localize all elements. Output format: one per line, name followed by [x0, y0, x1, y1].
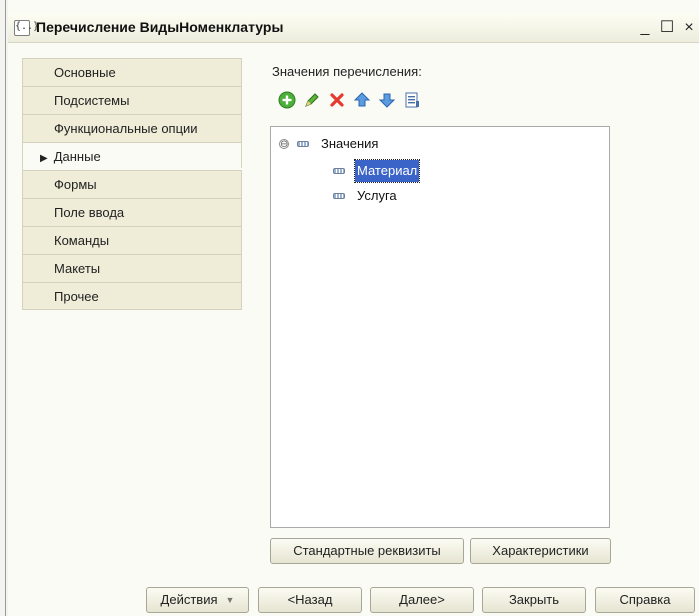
- title-bar[interactable]: {..} Перечисление ВидыНоменклатуры _ ☐ ×: [8, 14, 699, 43]
- move-down-icon: [378, 93, 396, 108]
- sidebar-item-forms[interactable]: Формы: [22, 170, 242, 198]
- sidebar-item-label: Подсистемы: [54, 93, 130, 108]
- sidebar-item-input-field[interactable]: Поле ввода: [22, 198, 242, 226]
- sidebar-tabs: Основные Подсистемы Функциональные опции…: [22, 58, 242, 310]
- actions-dropdown-button[interactable]: Действия ▼: [146, 587, 249, 613]
- move-up-icon: [353, 92, 371, 107]
- edit-icon: [305, 93, 319, 107]
- maximize-button[interactable]: ☐: [656, 17, 678, 39]
- standard-attributes-button[interactable]: Стандартные реквизиты: [270, 538, 464, 564]
- enum-values-tree[interactable]: ⊖ Значения Материал Услуга: [270, 126, 610, 528]
- sidebar-item-label: Формы: [54, 177, 97, 192]
- sidebar-item-data[interactable]: ▶ Данные: [22, 142, 242, 170]
- values-toolbar: [276, 88, 426, 112]
- enum-values-label: Значения перечисления:: [272, 64, 422, 79]
- collapse-toggle-icon[interactable]: ⊖: [279, 139, 289, 150]
- window-frame-left: [0, 0, 8, 616]
- active-arrow-icon: ▶: [40, 153, 48, 164]
- tree-root-label: Значения: [321, 136, 379, 151]
- move-up-button[interactable]: [351, 89, 373, 111]
- edit-button[interactable]: [301, 89, 323, 111]
- move-down-button[interactable]: [376, 89, 398, 111]
- characteristics-button[interactable]: Характеристики: [470, 538, 611, 564]
- delete-button[interactable]: [326, 89, 348, 111]
- sidebar-item-label: Команды: [54, 233, 110, 248]
- tree-root-row[interactable]: ⊖ Значения: [279, 133, 380, 155]
- sidebar-item-functional-options[interactable]: Функциональные опции: [22, 114, 242, 142]
- tree-item-service[interactable]: Услуга: [333, 185, 399, 207]
- window-title: Перечисление ВидыНоменклатуры: [36, 19, 284, 35]
- tree-item-label: Услуга: [357, 188, 397, 203]
- content-divider: [241, 58, 242, 168]
- sidebar-item-label: Функциональные опции: [54, 121, 198, 136]
- tree-item-material[interactable]: Материал: [333, 159, 421, 183]
- sidebar-item-label: Макеты: [54, 261, 101, 276]
- next-button[interactable]: Далее>: [370, 587, 474, 613]
- sort-list-icon: [405, 92, 419, 108]
- sidebar-item-main[interactable]: Основные: [22, 58, 242, 86]
- sidebar-item-label: Поле ввода: [54, 205, 125, 220]
- sidebar-item-label: Данные: [53, 149, 101, 164]
- chevron-down-icon: ▼: [225, 595, 235, 605]
- delete-icon: [330, 93, 344, 107]
- sidebar-item-label: Прочее: [54, 289, 99, 304]
- close-dialog-button[interactable]: Закрыть: [482, 587, 586, 613]
- sidebar-item-other[interactable]: Прочее: [22, 282, 242, 310]
- sidebar-item-label: Основные: [54, 65, 116, 80]
- sidebar-item-subsystems[interactable]: Подсистемы: [22, 86, 242, 114]
- enum-window-icon: {..}: [14, 20, 39, 36]
- tree-item-label: Материал: [353, 159, 421, 183]
- enum-value-icon: [333, 193, 345, 199]
- add-icon: [278, 91, 296, 109]
- help-button[interactable]: Справка: [595, 587, 695, 613]
- sidebar-item-templates[interactable]: Макеты: [22, 254, 242, 282]
- enum-editor-window: {..} Перечисление ВидыНоменклатуры _ ☐ ×…: [0, 0, 699, 616]
- enum-value-icon: [333, 168, 345, 174]
- back-button[interactable]: <Назад: [258, 587, 362, 613]
- enum-icon: [297, 141, 309, 147]
- close-button[interactable]: ×: [678, 17, 699, 39]
- sidebar-item-commands[interactable]: Команды: [22, 226, 242, 254]
- minimize-button[interactable]: _: [634, 17, 656, 39]
- actions-label: Действия: [160, 592, 218, 607]
- sort-button[interactable]: [401, 89, 423, 111]
- add-button[interactable]: [276, 89, 298, 111]
